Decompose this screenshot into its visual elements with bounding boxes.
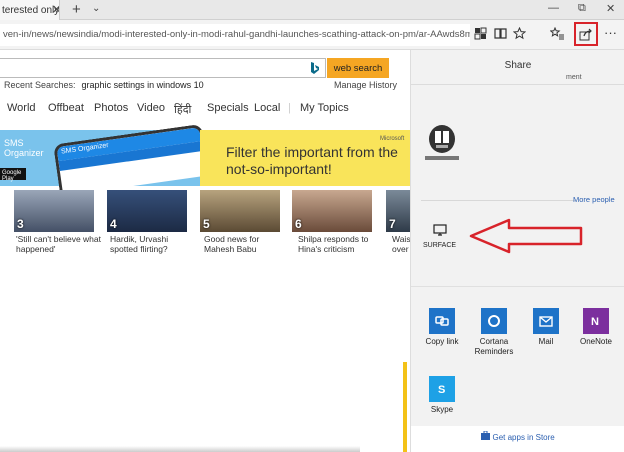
nav-item-specials[interactable]: Specials	[207, 102, 249, 114]
pc-device-icon[interactable]	[433, 224, 447, 240]
share-pane-subtitle: ment	[566, 74, 582, 81]
ad-banner[interactable]: SMS Organizer Google Play SMS Organizer …	[0, 123, 410, 197]
tab-bar: terested only in ✕ + ⌄ — ⧉ ✕	[0, 0, 624, 20]
category-nav: World Offbeat Photos Video हिंदी Special…	[0, 102, 410, 120]
google-play-badge[interactable]: Google Play	[0, 168, 26, 182]
share-app-cortana[interactable]: Cortana Reminders	[469, 308, 519, 357]
app-label: Copy link	[425, 337, 459, 346]
recent-searches-label: Recent Searches:	[4, 80, 76, 90]
cortana-icon	[481, 308, 507, 334]
story-caption[interactable]: Hardik, Urvashi spotted flirting?	[110, 234, 194, 254]
search-input[interactable]	[0, 58, 326, 78]
banner-right-panel: Microsoft Filter the important from the …	[200, 130, 410, 186]
story-strip: 3 4 5 6 7 'Still can't believe what happ…	[0, 190, 410, 260]
story-thumbnail[interactable]: 6	[292, 190, 372, 232]
app-label: Mail	[538, 337, 554, 346]
contact-name-redacted	[425, 156, 459, 160]
favorites-hub-icon[interactable]	[549, 26, 564, 43]
nav-item-hindi[interactable]: हिंदी	[174, 102, 191, 117]
apps-separator	[411, 286, 624, 287]
app-label: Skype	[430, 405, 454, 414]
banner-left-panel: SMS Organizer Google Play SMS Organizer	[0, 123, 209, 197]
recent-searches: Recent Searches: graphic settings in wind…	[4, 80, 204, 90]
story-caption[interactable]: Good news for Mahesh Babu	[204, 234, 288, 254]
manage-history-link[interactable]: Manage History	[334, 80, 397, 90]
restore-button[interactable]: ⧉	[578, 2, 586, 15]
share-button[interactable]	[574, 22, 598, 46]
story-caption[interactable]: Wais over	[392, 234, 410, 254]
get-apps-label: Get apps in Store	[492, 433, 555, 442]
nav-item-photos[interactable]: Photos	[94, 102, 128, 114]
app-label: OneNote	[579, 337, 613, 346]
web-page: web search Recent Searches: graphic setti…	[0, 50, 410, 452]
favorite-star-icon[interactable]	[512, 26, 527, 43]
story-caption[interactable]: 'Still can't believe what happened'	[16, 234, 102, 254]
url-field[interactable]: ven-in/news/newsindia/modi-interested-on…	[0, 24, 470, 46]
share-icon	[579, 28, 592, 41]
svg-text:S: S	[438, 384, 445, 396]
web-search-button[interactable]: web search	[327, 58, 389, 78]
reading-view-icon[interactable]	[494, 27, 507, 43]
more-people-link[interactable]: More people	[573, 195, 615, 204]
story-thumbnail[interactable]: 5	[200, 190, 280, 232]
bing-logo-icon	[310, 61, 320, 78]
close-window-button[interactable]: ✕	[606, 2, 615, 15]
yellow-accent-bar	[403, 362, 407, 452]
skype-icon: S	[429, 376, 455, 402]
mail-icon	[533, 308, 559, 334]
share-divider	[411, 84, 624, 85]
more-menu-button[interactable]: ···	[604, 25, 617, 40]
share-pane-title: Share	[504, 60, 532, 71]
extension-icon[interactable]	[474, 27, 487, 43]
contact-avatar[interactable]	[429, 125, 455, 153]
svg-text:N: N	[591, 316, 599, 328]
device-label[interactable]: SURFACE	[423, 242, 456, 249]
story-thumbnail[interactable]: 4	[107, 190, 187, 232]
story-thumbnail[interactable]: 3	[14, 190, 94, 232]
share-app-mail[interactable]: Mail	[521, 308, 571, 347]
store-icon	[481, 430, 492, 442]
share-app-onenote[interactable]: N OneNote	[571, 308, 621, 347]
people-separator	[421, 200, 575, 201]
app-label: Cortana Reminders	[474, 337, 514, 356]
nav-divider: |	[288, 102, 291, 114]
phone-image: SMS Organizer	[53, 123, 209, 197]
browser-tab[interactable]: terested only in ✕	[0, 0, 60, 20]
nav-item-offbeat[interactable]: Offbeat	[48, 102, 84, 114]
share-app-skype[interactable]: S Skype	[417, 376, 467, 415]
recent-search-link[interactable]: graphic settings in windows 10	[82, 80, 204, 90]
share-pane: Share ment More people SURFACE Copy link…	[410, 50, 624, 452]
story-caption[interactable]: Shilpa responds to Hina's criticism	[298, 234, 382, 254]
nav-item-local[interactable]: Local	[254, 102, 280, 114]
page-bottom-edge	[0, 446, 360, 452]
red-arrow-annotation	[469, 218, 583, 254]
copy-link-icon	[429, 308, 455, 334]
address-bar: ven-in/news/newsindia/modi-interested-on…	[0, 20, 624, 50]
tab-close-icon[interactable]: ✕	[52, 3, 59, 16]
microsoft-logo: Microsoft	[380, 136, 405, 142]
story-thumbnail[interactable]: 7	[386, 190, 410, 232]
nav-item-world[interactable]: World	[7, 102, 36, 114]
onenote-icon: N	[583, 308, 609, 334]
tab-list-chevron-icon[interactable]: ⌄	[92, 3, 100, 14]
banner-headline: Filter the important from the not-so-imp…	[226, 144, 398, 177]
new-tab-button[interactable]: +	[72, 1, 81, 18]
share-app-copy-link[interactable]: Copy link	[417, 308, 467, 347]
minimize-button[interactable]: —	[548, 2, 559, 14]
nav-item-my-topics[interactable]: My Topics	[300, 102, 349, 114]
nav-item-video[interactable]: Video	[137, 102, 165, 114]
banner-brand: SMS Organizer	[4, 138, 44, 158]
get-apps-in-store-link[interactable]: Get apps in Store	[411, 426, 624, 452]
